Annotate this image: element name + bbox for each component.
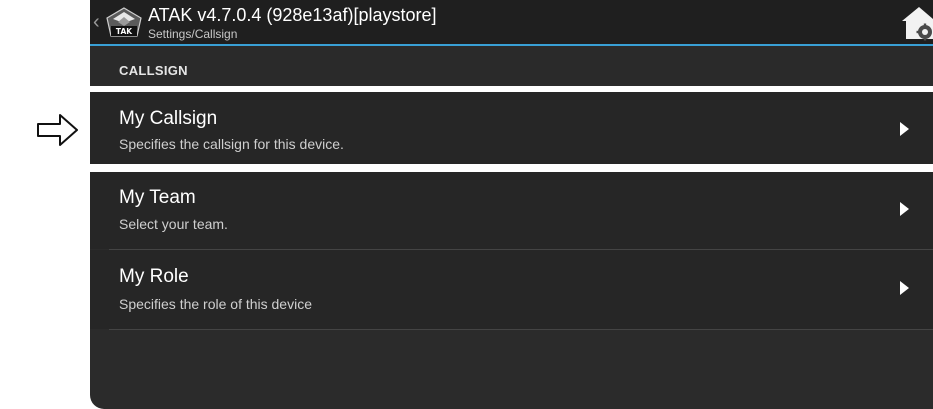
back-chevron-icon[interactable]: ‹ [93, 10, 100, 34]
app-title: ATAK v4.7.0.4 (928e13af)[playstore] [148, 5, 437, 25]
pref-item-my-team[interactable]: My Team Select your team. [90, 172, 933, 249]
pref-item-title: My Callsign [119, 108, 218, 129]
pref-item-my-role[interactable]: My Role Specifies the role of this devic… [90, 250, 933, 329]
pref-item-subtitle: Specifies the role of this device [119, 296, 312, 312]
tak-logo-text: TAK [116, 27, 133, 36]
tak-logo-icon[interactable]: TAK [104, 6, 144, 42]
app-screen: ‹ TAK ATAK v4.7.0.4 (928e13af)[playstore… [90, 0, 933, 409]
pref-item-my-callsign[interactable]: My Callsign Specifies the callsign for t… [90, 92, 933, 164]
highlight-frame-bottom [90, 164, 933, 172]
section-header: CALLSIGN [90, 50, 933, 84]
triangle-right-icon [900, 122, 909, 136]
pref-item-subtitle: Select your team. [119, 216, 228, 232]
home-settings-icon[interactable] [899, 4, 933, 42]
pref-item-title: My Role [119, 266, 189, 287]
pref-item-subtitle: Specifies the callsign for this device. [119, 136, 344, 152]
triangle-right-icon [900, 202, 909, 216]
breadcrumb: Settings/Callsign [148, 27, 238, 41]
list-divider [109, 329, 933, 330]
pref-item-title: My Team [119, 187, 196, 208]
pointer-arrow-icon [37, 114, 78, 146]
triangle-right-icon [900, 281, 909, 295]
section-title: CALLSIGN [119, 63, 188, 78]
title-bar: ‹ TAK ATAK v4.7.0.4 (928e13af)[playstore… [90, 0, 933, 46]
